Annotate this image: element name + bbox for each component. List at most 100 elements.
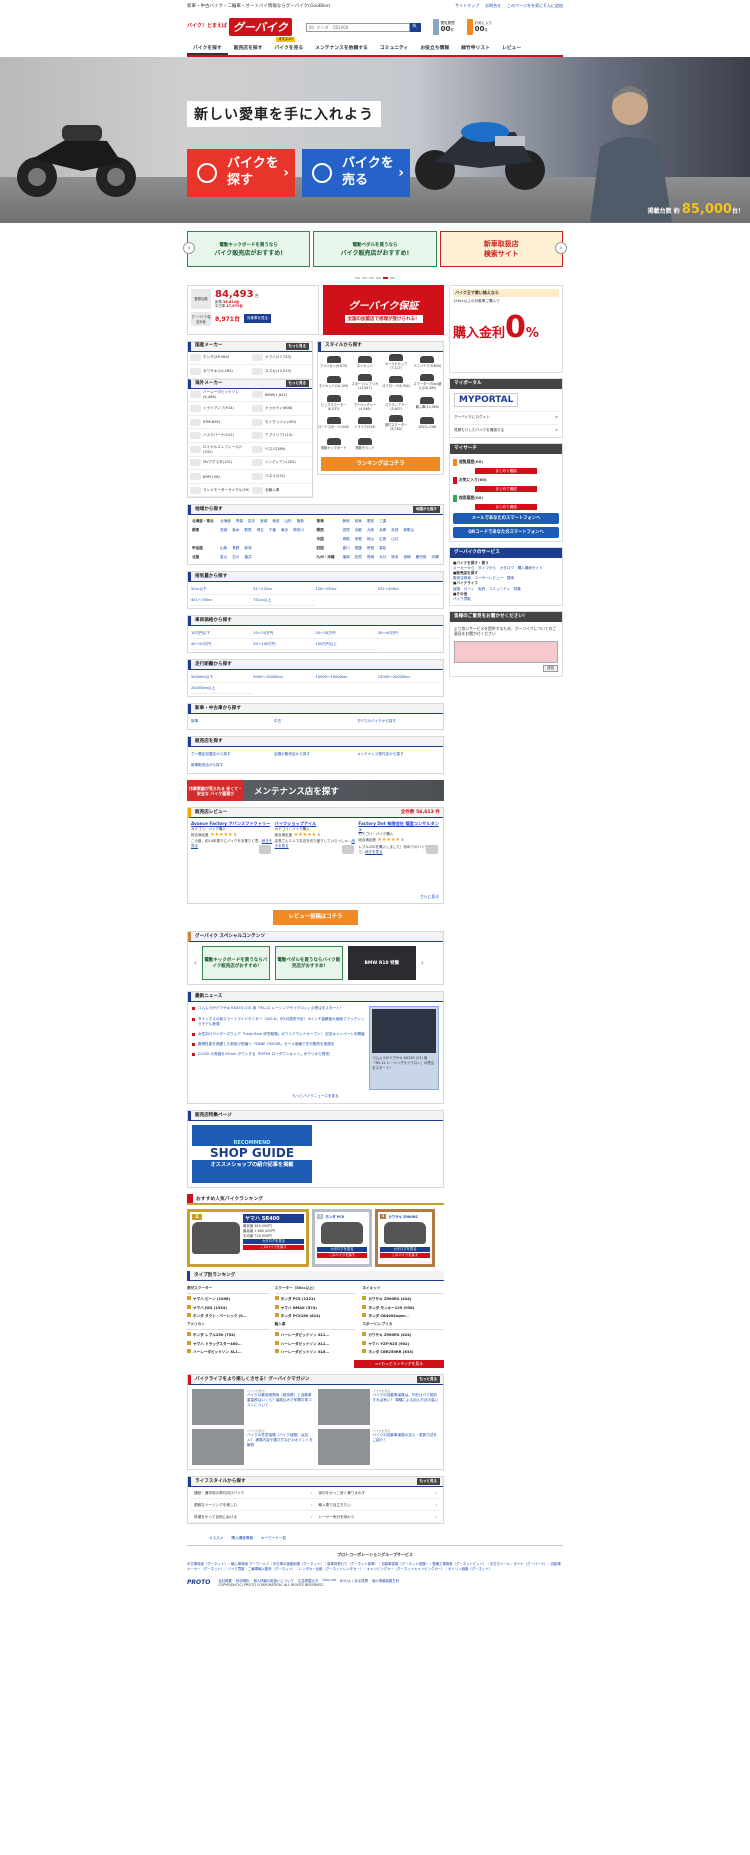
goobike-logo[interactable]: バイク！とまえば グーバイク [187, 18, 292, 36]
type-ranking-row[interactable]: ホンダ モンキー125 (936) [362, 1304, 444, 1312]
more-ranking-button[interactable]: >>もっとランキングを見る [354, 1360, 444, 1369]
prefecture-link[interactable]: 岐阜 [355, 519, 362, 524]
prefecture-link[interactable]: 長崎 [367, 555, 374, 560]
prefecture-link[interactable]: 愛知 [367, 519, 374, 524]
catalog-button[interactable]: カタログを見る [380, 1247, 430, 1253]
footer-bottom-link[interactable]: BOOよくある質問 [340, 1578, 368, 1583]
mileage-link[interactable]: 15000〜20000km [377, 672, 440, 684]
prefecture-link[interactable]: 富山 [220, 555, 227, 560]
maker-item[interactable]: ロイヤルエンフィールド(342) [188, 443, 250, 457]
special-item[interactable]: BMW R18 特集 [347, 946, 416, 981]
carousel-dot[interactable] [376, 277, 381, 279]
prefecture-link[interactable]: 鹿児島 [416, 555, 427, 560]
prefecture-link[interactable]: 大阪 [367, 528, 374, 533]
prefecture-link[interactable]: 北海道 [220, 519, 231, 524]
mileage-link[interactable]: 5000〜10000km [253, 672, 316, 684]
style-item[interactable]: ビッグスクーター(6,537) [318, 393, 349, 414]
maker-item[interactable]: BMW(1,842) [250, 389, 312, 403]
carousel-dot[interactable] [362, 277, 367, 279]
search-button[interactable]: 🔍 [409, 22, 421, 32]
type-ranking-row[interactable]: ホンダ CBR250RR (633) [362, 1348, 444, 1356]
news-item[interactable]: コムムラがドウサキ KX250 (23) 用「RS-12 レーシングサイクロン」… [192, 1006, 366, 1011]
prefecture-link[interactable]: 岡山 [367, 537, 374, 542]
magazine-article[interactable]: バイクを知る バイクの任意保険（バイク保険）は加入？ 補償内容や選び方などのポイン… [192, 1429, 314, 1466]
prefecture-link[interactable]: 福井 [244, 555, 251, 560]
rank-3-card[interactable]: 3 カワサキ Z900RS カタログを見る このバイクを探す [375, 1209, 435, 1268]
nav-info[interactable]: お役立ち情報 [414, 42, 455, 55]
news-item[interactable]: 女性向けライダーズウェア「Lady Blue 伊豆稲場」がフリアウンドオープン！… [192, 1032, 366, 1037]
shopsearch-link[interactable]: 新車販売店から探す [191, 760, 274, 771]
type-ranking-row[interactable]: カワサキ Z900RS (424) [362, 1331, 444, 1339]
carousel-dot[interactable] [355, 277, 360, 279]
carousel-dot[interactable] [390, 277, 395, 279]
check-search-button[interactable]: まとめて確認 [475, 503, 537, 510]
review-item[interactable]: バイクショップアイル カテゴリ：バイク購入 総合満足度 ★★★★★ 5 店長さん１人で… [275, 821, 357, 891]
review-item[interactable]: Avance Factory アバンスファクトリー カテゴリ：バイク購入 総合満足度… [191, 821, 273, 891]
type-ranking-row[interactable]: ヤマハ NMAX (574) [274, 1304, 357, 1312]
prefecture-link[interactable]: 山口 [391, 537, 398, 542]
maker-item[interactable]: ベスパ(389) [250, 443, 312, 457]
prefecture-link[interactable]: 千葉 [269, 528, 276, 533]
catalog-button[interactable]: カタログを見る [243, 1239, 304, 1245]
special-item[interactable]: 電動キックボードを買うならバイク販売店がおすすめ! [201, 946, 270, 981]
footer-link[interactable]: キーワード一覧 [261, 1536, 286, 1541]
estimate-link[interactable]: 見積もりしたバイクを確認する × [454, 423, 558, 433]
nav-maintenance[interactable]: メンテナンスを依頼する [309, 42, 374, 55]
footer-service-list[interactable]: 中古車検索（グーネット）｜輸入車検索 グーワールド｜中古車の価格相場（グーネット… [187, 1562, 563, 1572]
review-item[interactable]: Factory Dot 有限会社 福室コンサルタント カテゴリ：バイク購入 総合満足… [358, 821, 440, 891]
type-ranking-row[interactable]: ハーレーダビッドソン XL1... [187, 1348, 269, 1356]
prefecture-link[interactable]: 滋賀 [343, 528, 350, 533]
type-ranking-row[interactable]: ヤマハ ドラッグスター400... [187, 1340, 269, 1348]
bikeo-interest-ad[interactable]: バイク王で買い換えなら 126cc以上の対象車ご購入で 購入金利0% [449, 284, 563, 373]
maker-item[interactable]: KTM(606) [188, 416, 250, 430]
prefecture-link[interactable]: 和歌山 [403, 528, 414, 533]
price-link[interactable]: 30〜40万円 [377, 628, 440, 640]
nav-sell-bike[interactable]: オススメ! バイクを売る [268, 37, 309, 55]
type-ranking-row[interactable]: ホンダ タクト・ベーシック (9... [187, 1312, 269, 1320]
sell-bike-button[interactable]: バイクを 売る › [302, 149, 410, 197]
nav-community[interactable]: コミュニティ [374, 42, 415, 55]
prefecture-link[interactable]: 埼玉 [257, 528, 264, 533]
shop-guide-banner[interactable]: RECOMMEND SHOP GUIDE オススメショップの紹介記事を掲載 [192, 1125, 312, 1184]
price-link[interactable]: 10万円以下 [191, 628, 254, 640]
maker-item[interactable]: ドゥカティ(608) [250, 402, 312, 416]
displacement-link[interactable]: 50cc以下 [191, 584, 254, 596]
rank-1-card[interactable]: 1 ヤマハ SR400 最安値 380,000円 最高値 1,680,000円 平均値… [187, 1209, 309, 1268]
type-ranking-row[interactable]: ホンダ PCX (1221) [274, 1295, 357, 1303]
type-ranking-row[interactable]: ホンダ レブル250 (754) [187, 1331, 269, 1339]
type-ranking-row[interactable]: ハーレーダビッドソン XL1... [274, 1331, 357, 1339]
ebike-banner[interactable]: 電動キックボードを買うなら バイク販売店がおすすめ! [187, 231, 311, 267]
prefecture-link[interactable]: 茨城 [220, 528, 227, 533]
nav-review[interactable]: レビュー [496, 42, 527, 55]
sitemap-link[interactable]: サイトマップ [455, 3, 479, 9]
ranking-button[interactable]: ランキングはコチラ [321, 457, 440, 471]
news-item[interactable]: タナックスの新スマートライドモニター「AIO-6」が5月発売予定！ 6インチ高解… [192, 1017, 366, 1027]
displacement-link[interactable]: 251〜400cc [377, 584, 440, 596]
nav-list[interactable]: 緑竹申リスト [455, 42, 496, 55]
style-item[interactable]: オフロード(8,304) [381, 372, 412, 393]
prefecture-link[interactable]: 広島 [379, 537, 386, 542]
maker-item[interactable]: アプリリア(115) [250, 429, 312, 444]
prefecture-link[interactable]: 兵庫 [379, 528, 386, 533]
catalog-button[interactable]: カタログを見る [317, 1247, 367, 1253]
nav-find-shop[interactable]: 販売店を探す [228, 42, 269, 55]
style-item[interactable]: スクーター(50cc超え)(10,495) [412, 372, 443, 393]
style-item[interactable]: アメリカン(9,875) [318, 352, 349, 373]
lifestyle-link[interactable]: 優雅なツーリングを楽しむ › [191, 1499, 316, 1512]
prefecture-link[interactable]: 静岡 [343, 519, 350, 524]
chevron-left-icon[interactable]: ‹ [194, 959, 197, 967]
style-item[interactable]: スポーツ/レプリカ(13,947) [349, 372, 380, 393]
shopsearch-link[interactable]: メンテナンス受付店から探す [357, 749, 440, 760]
lifestyle-link[interactable]: 街中をかっこ良く乗りまわす › [315, 1487, 440, 1500]
style-item[interactable]: スクランブラー(3,657) [381, 393, 412, 414]
footer-bottom-link[interactable]: 個人情報保護方針 [372, 1578, 399, 1583]
prefecture-link[interactable]: 沖縄 [431, 555, 438, 560]
style-item[interactable]: ATV(1,138) [412, 413, 443, 434]
prefecture-link[interactable]: 宮崎 [403, 555, 410, 560]
shopsearch-link[interactable]: グー鑑定加盟店から探す [191, 749, 274, 760]
magazine-article[interactable]: バイクを知る バイクの自動車保険の加入・更新方法をご紹介！ [317, 1429, 440, 1466]
prefecture-link[interactable]: 奈良 [391, 528, 398, 533]
prefecture-link[interactable]: 高知 [379, 546, 386, 551]
carousel-dot[interactable] [383, 277, 388, 279]
prefecture-link[interactable]: 福島 [297, 519, 304, 524]
